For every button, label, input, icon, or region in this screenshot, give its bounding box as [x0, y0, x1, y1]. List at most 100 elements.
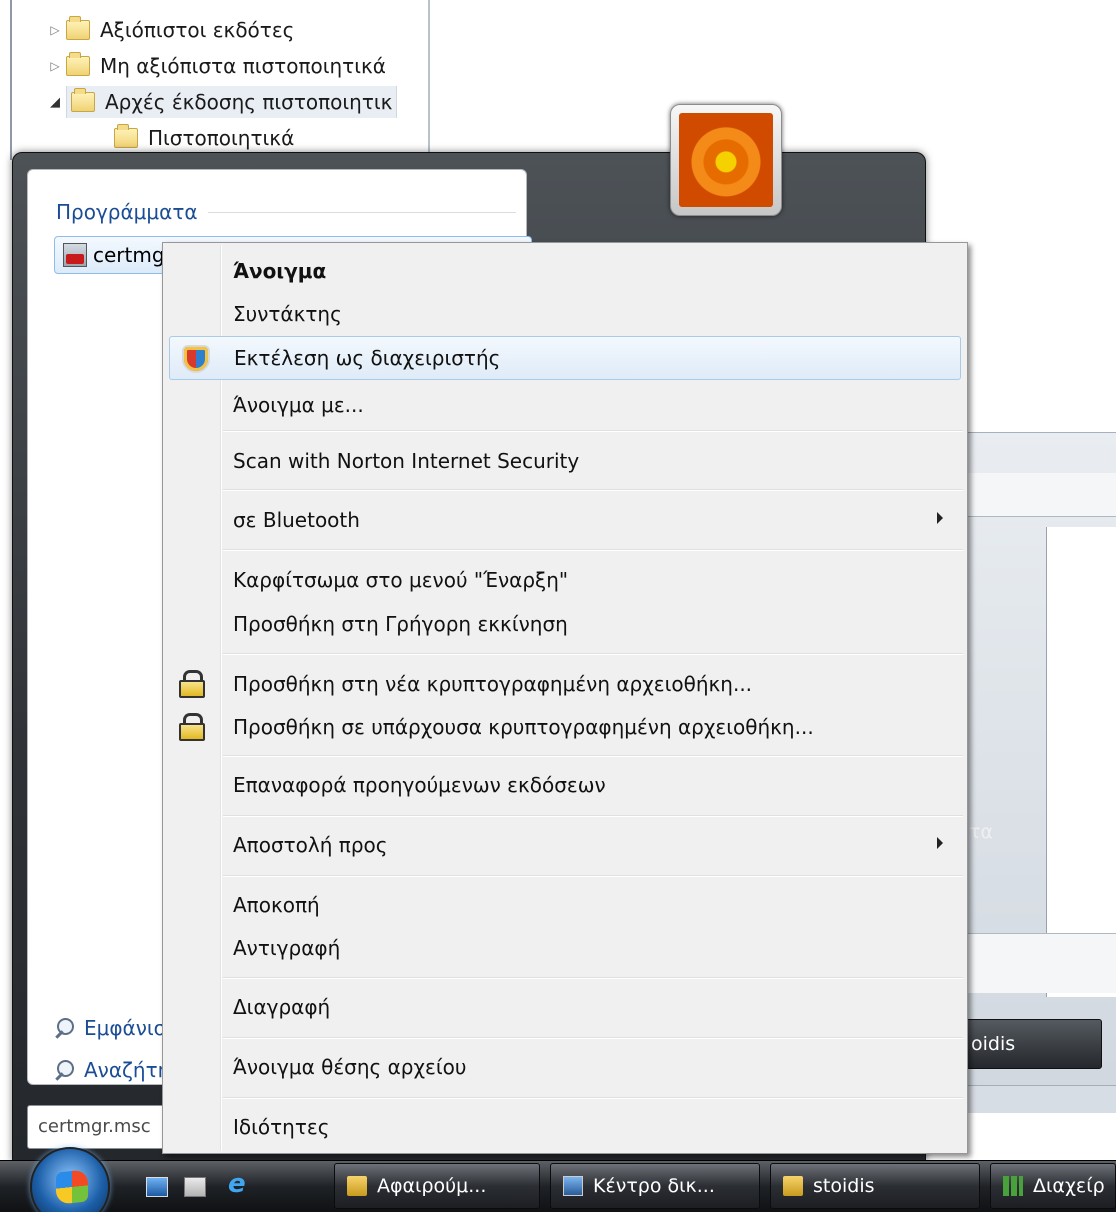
taskbar-button-manager[interactable]: Διαχείρ [990, 1163, 1116, 1209]
flower-avatar-icon [679, 113, 773, 207]
search-icon [54, 1060, 74, 1080]
menu-item-open[interactable]: Άνοιγμα [165, 249, 965, 293]
lock-icon [179, 670, 205, 698]
tree-item-label: Πιστοποιητικά [148, 126, 295, 150]
menu-item-open-file-location[interactable]: Άνοιγμα θέσης αρχείου [165, 1045, 965, 1089]
windows-logo-icon [56, 1169, 88, 1205]
menu-item-existing-encrypted-archive[interactable]: Προσθήκη σε υπάρχουσα κρυπτογραφημένη αρ… [165, 705, 965, 749]
tree-item-label: Μη αξιόπιστα πιστοποιητικά [100, 54, 386, 78]
menu-item-label: Scan with Norton Internet Security [233, 449, 580, 473]
menu-separator [223, 489, 963, 491]
menu-item-label: Ιδιότητες [233, 1115, 330, 1139]
menu-item-send-to[interactable]: Αποστολή προς [165, 823, 965, 867]
menu-item-open-with[interactable]: Άνοιγμα με... [165, 383, 965, 427]
menu-item-cut[interactable]: Αποκοπή [165, 883, 965, 927]
menu-item-label: Επαναφορά προηγούμενων εκδόσεων [233, 773, 606, 797]
certmgr-icon [63, 243, 87, 267]
menu-item-label: Προσθήκη σε υπάρχουσα κρυπτογραφημένη αρ… [233, 715, 814, 739]
switch-windows-icon[interactable] [184, 1177, 206, 1197]
taskbar-button-label: stoidis [813, 1175, 875, 1197]
lock-icon [179, 713, 205, 741]
menu-item-author[interactable]: Συντάκτης [165, 292, 965, 336]
window-toolbar [966, 473, 1116, 517]
search-internet-label: Αναζήτη [84, 1058, 171, 1082]
tree-item-trusted-publishers[interactable]: ▷ Αξιόπιστοι εκδότες [44, 14, 432, 46]
menu-item-label: Εκτέλεση ως διαχειριστής [234, 346, 501, 370]
programs-header-label: Προγράμματα [56, 200, 198, 224]
menu-item-label: Διαγραφή [233, 995, 331, 1019]
menu-separator [223, 977, 963, 979]
folder-icon [66, 16, 90, 40]
menu-item-label: Καρφίτσωμα στο μενού "Έναρξη" [233, 568, 569, 592]
menu-item-label: Άνοιγμα [233, 259, 327, 283]
menu-separator [223, 430, 963, 432]
menu-item-label: Άνοιγμα θέσης αρχείου [233, 1055, 467, 1079]
menu-item-label: Προσθήκη στη Γρήγορη εκκίνηση [233, 612, 568, 636]
taskbar-button-network-center[interactable]: Κέντρο δικ... [550, 1163, 760, 1209]
menu-item-label: Αντιγραφή [233, 936, 341, 960]
internet-explorer-icon[interactable]: e [228, 1169, 250, 1199]
menu-separator [223, 815, 963, 817]
menu-separator [223, 755, 963, 757]
expand-arrow-icon[interactable]: ▷ [44, 23, 66, 37]
search-icon [54, 1018, 74, 1038]
tree-item-certificates[interactable]: Πιστοποιητικά [114, 122, 414, 154]
menu-item-label: Αποστολή προς [233, 833, 388, 857]
menu-separator [223, 653, 963, 655]
menu-item-norton-scan[interactable]: Scan with Norton Internet Security [165, 439, 965, 483]
menu-separator [223, 549, 963, 551]
submenu-arrow-icon [937, 512, 943, 524]
menu-item-label: Συντάκτης [233, 302, 342, 326]
submenu-arrow-icon [937, 837, 943, 849]
taskbar: e Αφαιρούμ... Κέντρο δικ... stoidis Διαχ… [0, 1147, 1116, 1212]
menu-item-label: Αποκοπή [233, 893, 320, 917]
tree-item-label: Αρχές έκδοσης πιστοποιητικ [105, 90, 393, 114]
menu-item-quick-launch[interactable]: Προσθήκη στη Γρήγορη εκκίνηση [165, 602, 965, 646]
see-all-results-link[interactable]: Εμφάνισ [54, 1016, 166, 1040]
menu-item-restore-versions[interactable]: Επαναφορά προηγούμενων εκδόσεων [165, 763, 965, 807]
see-all-results-label: Εμφάνισ [84, 1016, 167, 1040]
menu-item-run-as-admin[interactable]: Εκτέλεση ως διαχειριστής [169, 336, 961, 380]
folder-icon [347, 1176, 367, 1196]
uac-shield-icon [182, 345, 210, 373]
window-content [1046, 527, 1116, 997]
taskbar-button-label: Αφαιρούμ... [377, 1175, 487, 1197]
menu-item-copy[interactable]: Αντιγραφή [165, 926, 965, 970]
tree-item-certificate-authorities[interactable]: ◢ Αρχές έκδοσης πιστοποιητικ [44, 86, 432, 118]
menu-item-label: Προσθήκη στη νέα κρυπτογραφημένη αρχειοθ… [233, 672, 753, 696]
menu-item-bluetooth[interactable]: σε Bluetooth [165, 498, 965, 542]
right-pane-peek-text: τα [969, 821, 993, 843]
chart-icon [1003, 1176, 1023, 1196]
tree-item-label: Αξιόπιστοι εκδότες [100, 18, 295, 42]
background-window: oidis [966, 432, 1116, 1113]
menu-item-new-encrypted-archive[interactable]: Προσθήκη στη νέα κρυπτογραφημένη αρχειοθ… [165, 662, 965, 706]
menu-item-pin-start[interactable]: Καρφίτσωμα στο μενού "Έναρξη" [165, 558, 965, 602]
search-internet-link[interactable]: Αναζήτη [54, 1058, 170, 1082]
context-menu: Άνοιγμα Συντάκτης Εκτέλεση ως διαχειριστ… [162, 242, 968, 1154]
taskbar-button-stoidis[interactable]: stoidis [770, 1163, 980, 1209]
taskbar-button-label: Διαχείρ [1033, 1175, 1105, 1197]
folder-icon [66, 52, 90, 76]
network-icon [563, 1176, 583, 1196]
menu-item-properties[interactable]: Ιδιότητες [165, 1105, 965, 1149]
tree-item-selected[interactable]: Αρχές έκδοσης πιστοποιητικ [66, 86, 398, 118]
taskbar-button-removing[interactable]: Αφαιρούμ... [334, 1163, 540, 1209]
certificate-tree-panel: ▷ Αξιόπιστοι εκδότες ▷ Μη αξιόπιστα πιστ… [10, 0, 430, 160]
programs-header: Προγράμματα [56, 200, 516, 224]
user-picture[interactable] [670, 104, 782, 216]
show-desktop-icon[interactable] [146, 1177, 168, 1197]
window-button[interactable]: oidis [966, 1019, 1102, 1069]
menu-separator [223, 1097, 963, 1099]
menu-separator [223, 875, 963, 877]
program-item-label: certmgr [93, 243, 173, 267]
folder-icon [71, 88, 95, 112]
taskbar-button-label: Κέντρο δικ... [593, 1175, 715, 1197]
tree-item-untrusted-certificates[interactable]: ▷ Μη αξιόπιστα πιστοποιητικά [44, 50, 432, 82]
expand-arrow-icon[interactable]: ▷ [44, 59, 66, 73]
folder-icon [783, 1176, 803, 1196]
menu-item-label: Άνοιγμα με... [233, 393, 364, 417]
collapse-arrow-icon[interactable]: ◢ [44, 95, 66, 110]
window-bottom-bar [966, 1085, 1116, 1113]
folder-icon [114, 124, 138, 148]
menu-item-delete[interactable]: Διαγραφή [165, 985, 965, 1029]
